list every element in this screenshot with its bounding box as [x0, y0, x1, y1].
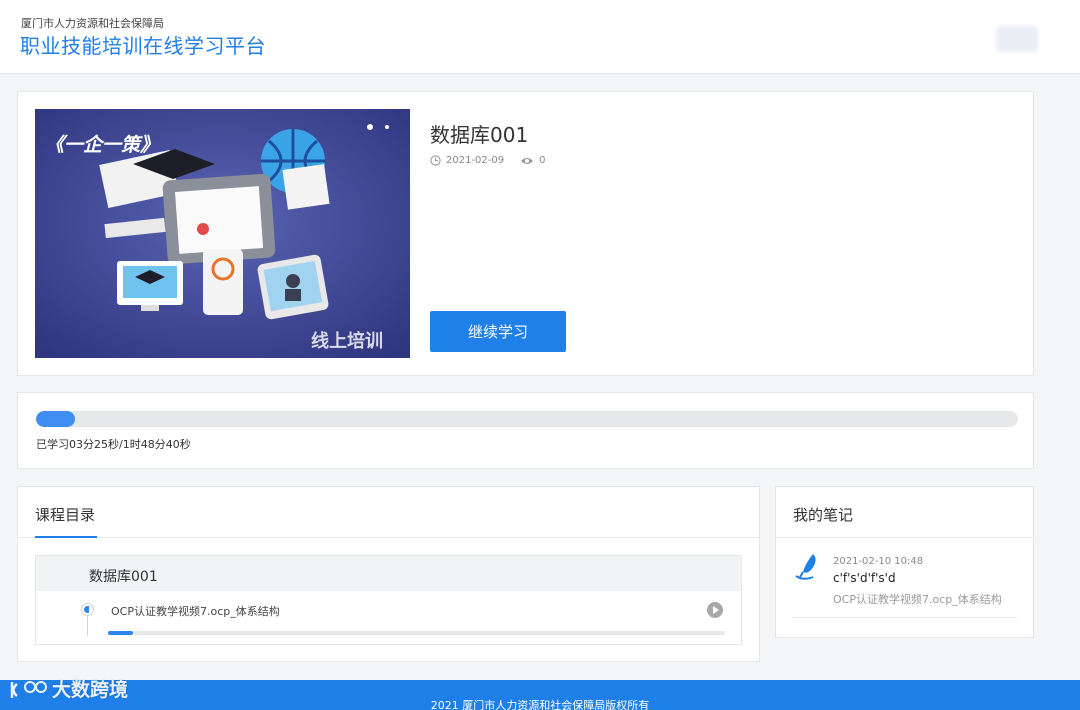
footer-copyright: 2021 厦门市人力资源和社会保障局版权所有 — [430, 699, 650, 710]
cover-heading: 《一企一策》 — [45, 134, 159, 156]
cover-caption: 线上培训 — [311, 330, 383, 352]
play-icon[interactable] — [707, 602, 723, 618]
user-avatar[interactable] — [996, 26, 1038, 52]
lesson-title[interactable]: OCP认证教学视频7.ocp_体系结构 — [111, 603, 280, 619]
course-card: 《一企一策》 线上培训 数据库001 2021-02-09 0 继续学习 — [17, 91, 1034, 376]
course-catalog-panel: 课程目录 数据库001 OCP认证教学视频7.ocp_体系结构 — [17, 486, 760, 662]
lesson-progress-bar — [108, 631, 725, 635]
watermark-text: 大数跨境 — [52, 679, 129, 701]
views-count: 0 — [539, 155, 546, 166]
progress-half-icon — [81, 603, 94, 616]
active-tab-indicator — [35, 536, 97, 538]
note-timestamp: 2021-02-10 10:48 — [833, 556, 924, 567]
chapter-header[interactable]: 数据库001 — [36, 556, 741, 591]
my-notes-panel: 我的笔记 2021-02-10 10:48 c'f's'd'f's'd OCP认… — [775, 486, 1034, 638]
note-source-lesson[interactable]: OCP认证教学视频7.ocp_体系结构 — [833, 591, 1002, 607]
top-header: 厦门市人力资源和社会保障局 职业技能培训在线学习平台 — [0, 0, 1080, 74]
footer: 2021 厦门市人力资源和社会保障局版权所有 — [0, 680, 1080, 710]
course-meta: 2021-02-09 0 — [430, 155, 546, 166]
watermark-logo-icon — [10, 680, 47, 698]
progress-text: 已学习03分25秒/1时48分40秒 — [36, 438, 191, 451]
note-content[interactable]: c'f's'd'f's'd — [833, 571, 896, 585]
notes-title: 我的笔记 — [793, 506, 854, 524]
chapter-section: 数据库001 OCP认证教学视频7.ocp_体系结构 — [35, 555, 742, 645]
course-date: 2021-02-09 — [446, 155, 505, 166]
clock-icon — [430, 155, 441, 166]
progress-card: 已学习03分25秒/1时48分40秒 — [17, 392, 1034, 469]
continue-learning-button[interactable]: 继续学习 — [430, 311, 566, 352]
lesson-progress-fill — [108, 631, 133, 635]
catalog-header: 课程目录 — [18, 487, 759, 538]
notes-header: 我的笔记 — [776, 487, 1033, 538]
quill-pen-icon — [795, 554, 816, 580]
course-cover-image: 《一企一策》 线上培训 — [35, 109, 410, 358]
note-divider — [793, 617, 1017, 618]
tab-course-catalog[interactable]: 课程目录 — [35, 504, 95, 525]
org-name: 厦门市人力资源和社会保障局 — [21, 17, 164, 30]
eye-icon — [521, 157, 534, 164]
watermark: 大数跨境 — [8, 675, 128, 702]
course-views: 0 — [520, 155, 546, 166]
course-title: 数据库001 — [430, 123, 529, 147]
platform-title[interactable]: 职业技能培训在线学习平台 — [20, 30, 266, 59]
overall-progress-fill — [36, 411, 76, 427]
chapter-title: 数据库001 — [89, 569, 158, 585]
overall-progress-bar — [36, 411, 1018, 427]
